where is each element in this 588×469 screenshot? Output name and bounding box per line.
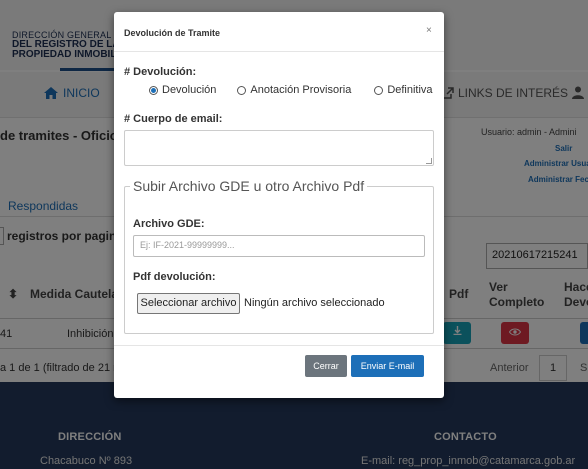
- close-icon[interactable]: ×: [426, 25, 432, 36]
- radio-anotacion-provisoria[interactable]: Anotación Provisoria: [237, 84, 351, 96]
- radio-label: Devolución: [162, 84, 217, 96]
- cuerpo-email-label: # Cuerpo de email:: [124, 113, 223, 125]
- radio-label: Anotación Provisoria: [250, 84, 352, 96]
- email-body-textarea[interactable]: [124, 130, 434, 166]
- gde-label: Archivo GDE:: [133, 218, 205, 230]
- radio-button[interactable]: [237, 85, 247, 95]
- radio-button[interactable]: [374, 85, 384, 95]
- pdf-devolucion-label: Pdf devolución:: [133, 271, 216, 283]
- radio-definitiva[interactable]: Definitiva: [374, 84, 433, 96]
- radio-devolucion[interactable]: Devolución: [149, 84, 216, 96]
- modal-header: Devolución de Tramite ×: [114, 12, 444, 52]
- modal-footer-divider: [114, 345, 444, 346]
- modal-title: Devolución de Tramite: [124, 28, 221, 38]
- radio-label: Definitiva: [387, 84, 433, 96]
- devolucion-label: # Devolución:: [124, 66, 197, 78]
- resize-handle-icon[interactable]: [426, 158, 432, 164]
- select-file-button[interactable]: Seleccionar archivo: [137, 293, 240, 314]
- devolucion-radio-group: Devolución Anotación Provisoria Definiti…: [149, 84, 433, 96]
- gde-input[interactable]: Ej: IF-2021-99999999...: [133, 235, 425, 257]
- devolucion-modal: Devolución de Tramite × # Devolución: De…: [114, 12, 444, 398]
- file-status: Ningún archivo seleccionado: [244, 297, 385, 309]
- radio-button[interactable]: [149, 85, 158, 95]
- cerrar-button[interactable]: Cerrar: [305, 355, 347, 377]
- enviar-email-button[interactable]: Enviar E-mail: [351, 355, 424, 377]
- upload-legend: Subir Archivo GDE u otro Archivo Pdf: [130, 178, 368, 194]
